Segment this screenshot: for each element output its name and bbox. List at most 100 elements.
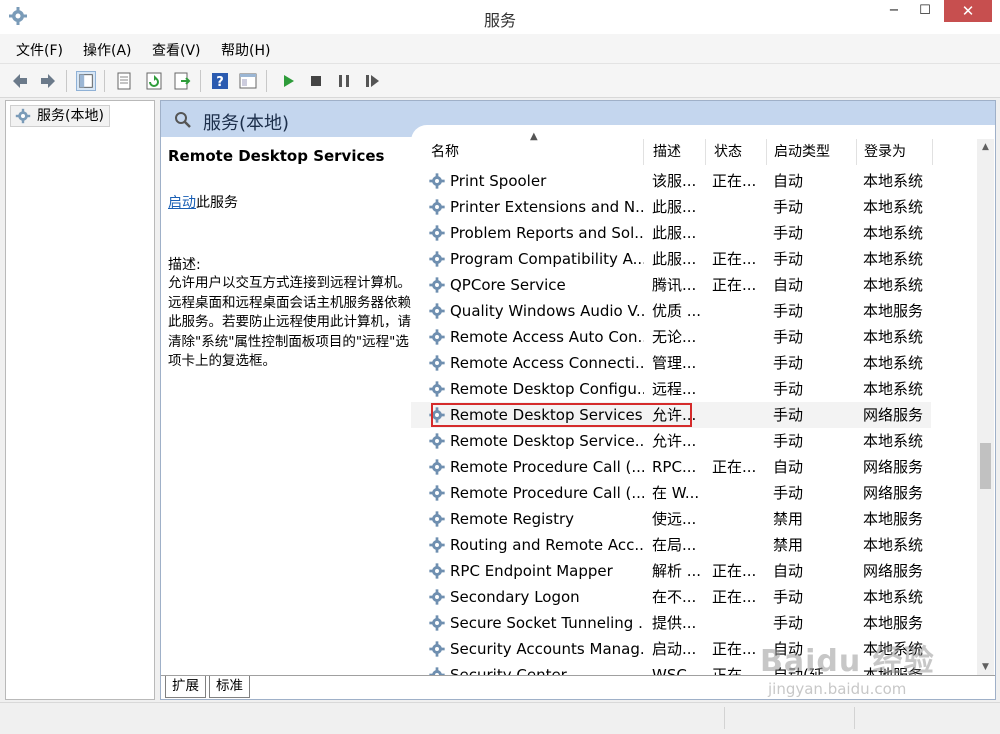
service-name: Security Accounts Manag... — [450, 640, 644, 658]
service-row[interactable]: Remote Access Connecti... 管理... 手动 本地系统 — [411, 350, 931, 376]
column-separator — [643, 139, 644, 165]
service-row[interactable]: Secondary Logon 在不... 正在... 手动 本地系统 — [411, 584, 931, 610]
service-row[interactable]: Remote Procedure Call (... RPC... 正在... 自动 网… — [411, 454, 931, 480]
service-logon-as: 网络服务 — [863, 484, 924, 502]
close-button[interactable]: ✕ — [944, 0, 992, 22]
service-row-selected[interactable]: Remote Desktop Services 允许... 手动 网络服务 — [411, 402, 931, 428]
service-gear-icon — [429, 641, 445, 657]
service-row[interactable]: Secure Socket Tunneling ... 提供... 手动 本地服务 — [411, 610, 931, 636]
service-logon-as: 本地系统 — [863, 328, 924, 346]
service-startup-type: 手动 — [773, 588, 804, 606]
service-row[interactable]: Remote Registry 使远... 禁用 本地服务 — [411, 506, 931, 532]
service-description: 此服... — [652, 250, 697, 268]
service-logon-as: 本地系统 — [863, 198, 924, 216]
service-logon-as: 网络服务 — [863, 406, 924, 424]
tree-item-services-local[interactable]: 服务(本地) — [10, 105, 110, 127]
service-gear-icon — [429, 381, 445, 397]
service-startup-type: 手动 — [773, 198, 804, 216]
service-status: 正在... — [712, 562, 757, 580]
tab-standard[interactable]: 标准 — [209, 676, 250, 698]
toolbar-separator — [66, 70, 67, 92]
menu-bar: 文件(F) 操作(A) 查看(V) 帮助(H) — [0, 34, 1000, 64]
main-pane: 服务(本地) Remote Desktop Services 启动此服务 描述:… — [160, 100, 996, 700]
service-status: 正在... — [712, 172, 757, 190]
search-icon — [175, 112, 191, 128]
column-header-name[interactable]: 名称 — [425, 125, 643, 165]
service-row[interactable]: Remote Access Auto Con... 无论... 手动 本地系统 — [411, 324, 931, 350]
service-description: 解析 ... — [652, 562, 700, 580]
column-header-description[interactable]: 描述 — [647, 125, 705, 165]
menu-file[interactable]: 文件(F) — [16, 40, 63, 60]
service-row[interactable]: Quality Windows Audio V... 优质 ... 手动 本地服务 — [411, 298, 931, 324]
description-pane: Remote Desktop Services 启动此服务 描述: 允许用户以交… — [161, 137, 419, 675]
service-name: Secondary Logon — [450, 588, 580, 606]
vertical-scrollbar[interactable]: ▲ ▼ — [977, 139, 994, 675]
service-description: 在 W... — [652, 484, 700, 502]
service-row[interactable]: Remote Desktop Configu... 远程... 手动 本地系统 — [411, 376, 931, 402]
service-row[interactable]: Remote Procedure Call (... 在 W... 手动 网络服务 — [411, 480, 931, 506]
service-row[interactable]: Printer Extensions and N... 此服... 手动 本地系统 — [411, 194, 931, 220]
status-cell — [724, 707, 854, 729]
description-label: 描述: — [168, 257, 201, 273]
tab-extended[interactable]: 扩展 — [165, 676, 206, 698]
service-startup-type: 自动 — [773, 458, 804, 476]
services-gear-icon — [15, 108, 31, 124]
show-hide-tree-icon[interactable] — [76, 71, 96, 91]
service-name: Remote Desktop Configu... — [450, 380, 644, 398]
maximize-button[interactable]: ☐ — [910, 0, 940, 22]
start-service-line: 启动此服务 — [168, 192, 238, 212]
service-logon-as: 本地服务 — [863, 302, 924, 320]
stop-service-icon[interactable] — [306, 71, 326, 91]
menu-help[interactable]: 帮助(H) — [221, 40, 270, 60]
console-view-icon[interactable] — [238, 71, 258, 91]
service-gear-icon — [429, 303, 445, 319]
scroll-up-icon[interactable]: ▲ — [977, 139, 994, 155]
service-row[interactable]: Program Compatibility A... 此服... 正在... 手动 本地… — [411, 246, 931, 272]
menu-action[interactable]: 操作(A) — [83, 40, 132, 60]
forward-icon[interactable] — [38, 71, 58, 91]
service-status: 正在... — [712, 250, 757, 268]
tree-item-label: 服务(本地) — [37, 108, 104, 124]
service-gear-icon — [429, 199, 445, 215]
service-description: RPC... — [652, 458, 697, 476]
service-startup-type: 手动 — [773, 614, 804, 632]
help-icon[interactable]: ? — [210, 71, 230, 91]
service-name: Print Spooler — [450, 172, 547, 190]
service-gear-icon — [429, 433, 445, 449]
service-logon-as: 本地系统 — [863, 380, 924, 398]
service-name: Remote Desktop Service... — [450, 432, 644, 450]
service-row[interactable]: Problem Reports and Sol... 此服... 手动 本地系统 — [411, 220, 931, 246]
back-icon[interactable] — [10, 71, 30, 91]
service-name: RPC Endpoint Mapper — [450, 562, 613, 580]
window-title: 服务 — [483, 11, 516, 30]
service-description: 远程... — [652, 380, 697, 398]
service-description: 优质 ... — [652, 302, 700, 320]
service-row[interactable]: Routing and Remote Acc... 在局... 禁用 本地系统 — [411, 532, 931, 558]
service-row[interactable]: Remote Desktop Service... 允许... 手动 本地系统 — [411, 428, 931, 454]
service-description: 允许... — [652, 432, 697, 450]
minimize-button[interactable]: − — [880, 0, 908, 22]
service-startup-type: 手动 — [773, 406, 804, 424]
column-header-startup-type[interactable]: 启动类型 — [768, 125, 856, 165]
service-row[interactable]: QPCore Service 腾讯... 正在... 自动 本地系统 — [411, 272, 931, 298]
refresh-icon[interactable] — [144, 71, 164, 91]
service-row[interactable]: Print Spooler 该服... 正在... 自动 本地系统 — [411, 168, 931, 194]
service-logon-as: 本地系统 — [863, 354, 924, 372]
column-header-status[interactable]: 状态 — [708, 125, 766, 165]
service-name: Problem Reports and Sol... — [450, 224, 644, 242]
start-service-link[interactable]: 启动 — [168, 195, 196, 211]
pause-service-icon[interactable] — [334, 71, 354, 91]
service-description: 无论... — [652, 328, 697, 346]
scrollbar-thumb[interactable] — [980, 443, 991, 489]
column-header-logon-as[interactable]: 登录为 — [858, 125, 932, 165]
menu-view[interactable]: 查看(V) — [152, 40, 201, 60]
export-icon[interactable] — [172, 71, 192, 91]
properties-icon[interactable] — [114, 71, 134, 91]
restart-service-icon[interactable] — [362, 71, 382, 91]
service-gear-icon — [429, 615, 445, 631]
start-service-icon[interactable] — [278, 71, 298, 91]
toolbar: ? — [0, 64, 1000, 98]
service-description: 在局... — [652, 536, 697, 554]
service-row[interactable]: RPC Endpoint Mapper 解析 ... 正在... 自动 网络服务 — [411, 558, 931, 584]
service-logon-as: 本地系统 — [863, 588, 924, 606]
